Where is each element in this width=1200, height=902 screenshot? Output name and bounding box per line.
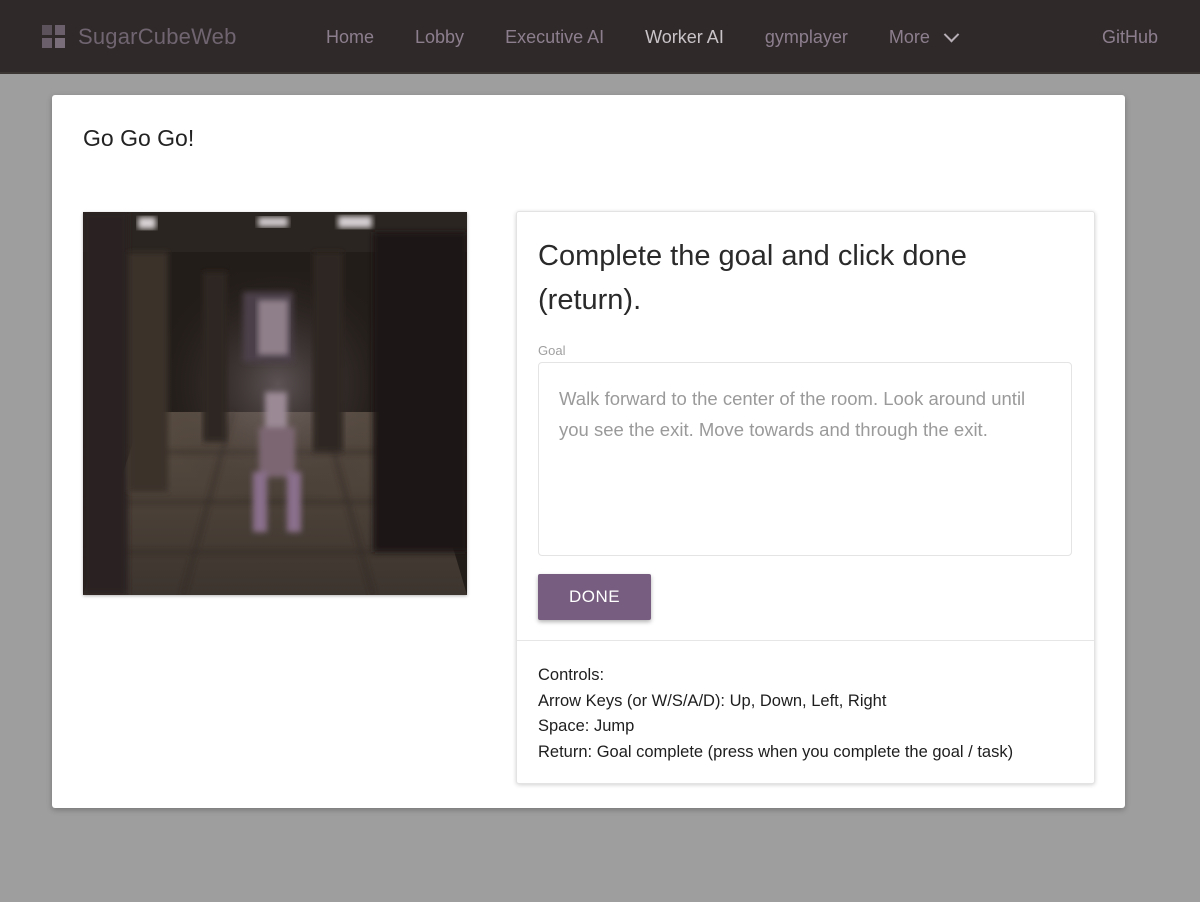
goal-textarea[interactable]: Walk forward to the center of the room. …	[538, 362, 1072, 556]
game-viewport-icon	[83, 212, 467, 595]
nav-item-label: More	[888, 26, 930, 47]
panel-divider	[517, 640, 1094, 641]
panel-heading: Complete the goal and click done (return…	[538, 240, 967, 316]
done-button[interactable]: DONE	[538, 574, 651, 620]
github-label: GitHub	[1101, 26, 1158, 47]
nav-item-gymplayer[interactable]: gymplayer	[765, 27, 848, 48]
controls-line: Return: Goal complete (press when you co…	[538, 742, 1014, 761]
chevron-down-icon	[943, 26, 960, 42]
nav-item-label: Home	[326, 26, 375, 47]
github-link[interactable]: GitHub	[1102, 0, 1158, 74]
nav-item-label: Executive AI	[505, 26, 605, 47]
controls-help: Controls: Arrow Keys (or W/S/A/D): Up, D…	[538, 663, 1013, 765]
nav-menu: Home Lobby Executive AI Worker AI gympla…	[326, 0, 998, 74]
page-title: Go Go Go!	[83, 125, 195, 151]
brand-link[interactable]: SugarCubeWeb	[42, 0, 237, 74]
nav-item-lobby[interactable]: Lobby	[415, 27, 464, 48]
main-card: Go Go Go! Complete the goal and click do…	[52, 95, 1125, 808]
nav-item-home[interactable]: Home	[326, 27, 374, 48]
grid-cube-icon	[42, 25, 66, 49]
goal-label: Goal	[538, 343, 566, 358]
nav-item-worker-ai[interactable]: Worker AI	[645, 27, 724, 48]
nav-item-executive-ai[interactable]: Executive AI	[505, 27, 604, 48]
nav-item-label: gymplayer	[764, 26, 848, 47]
controls-line: Space: Jump	[538, 717, 635, 735]
nav-item-more-dropdown[interactable]: More	[888, 26, 960, 48]
game-viewport[interactable]	[83, 212, 467, 595]
instructions-panel: Complete the goal and click done (return…	[516, 211, 1095, 784]
brand-name: SugarCubeWeb	[78, 24, 237, 49]
nav-item-label: Worker AI	[645, 26, 724, 47]
nav-item-label: Lobby	[415, 26, 465, 47]
controls-line: Controls:	[538, 666, 605, 684]
controls-line: Arrow Keys (or W/S/A/D): Up, Down, Left,…	[538, 691, 887, 710]
top-navbar: SugarCubeWeb Home Lobby Executive AI Wor…	[0, 0, 1200, 74]
